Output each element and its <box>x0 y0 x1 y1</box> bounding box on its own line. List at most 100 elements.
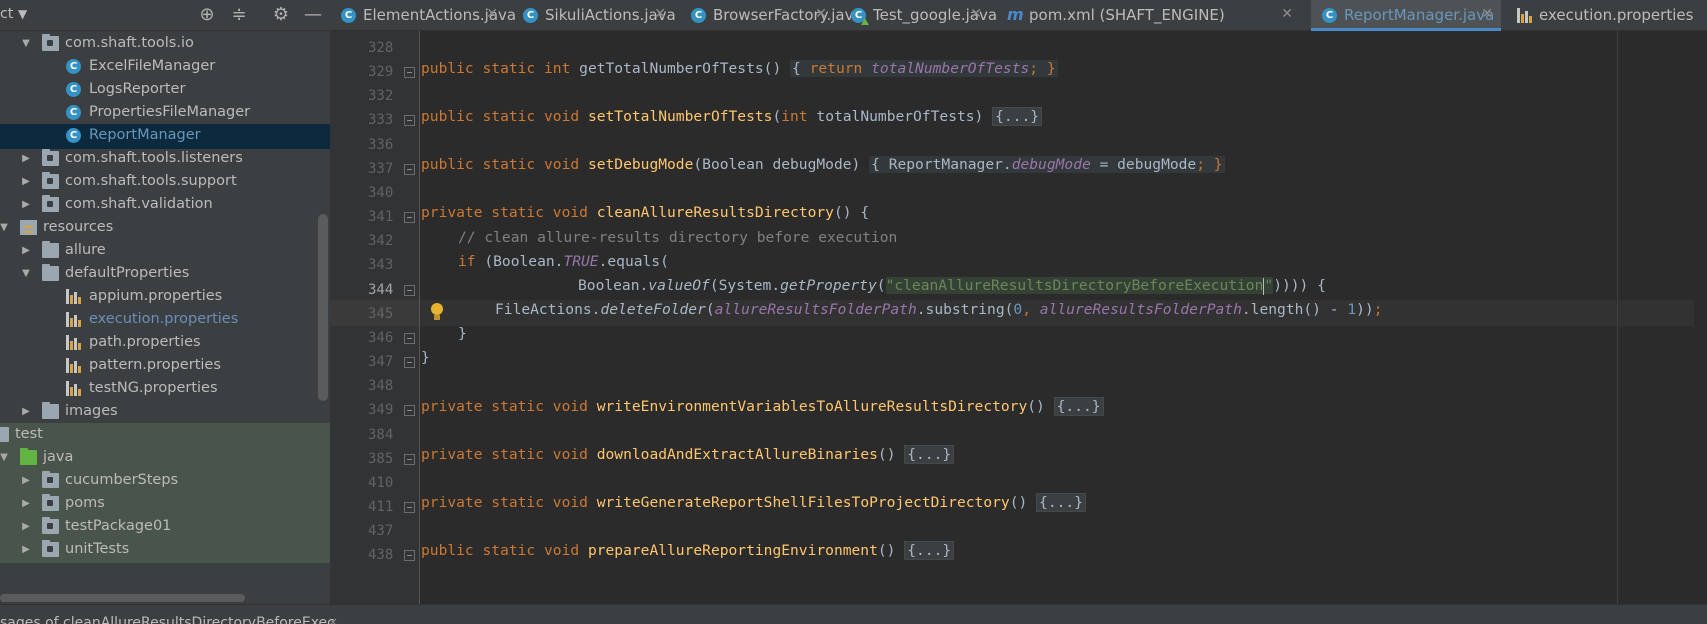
chevron-right-icon[interactable]: ▶ <box>20 474 32 488</box>
chevron-down-icon[interactable]: ▼ <box>0 451 10 465</box>
folded-block[interactable]: {...} <box>992 107 1043 126</box>
tree-item-label: unitTests <box>65 541 130 557</box>
tree-item[interactable]: ▶ poms <box>0 492 330 517</box>
locate-icon[interactable]: ⊕ <box>196 4 218 26</box>
lightbulb-icon[interactable] <box>428 301 446 323</box>
close-tab-icon[interactable]: ✕ <box>654 6 666 22</box>
editor-tab[interactable]: C SikuliActions.java ✕ <box>512 0 676 31</box>
tree-item[interactable]: C LogsReporter <box>0 78 330 103</box>
minimize-icon[interactable]: — <box>302 4 324 26</box>
close-icon[interactable]: × <box>328 615 338 624</box>
close-tab-icon[interactable]: ✕ <box>970 6 982 22</box>
tree-item[interactable]: appium.properties <box>0 285 330 310</box>
tree-item[interactable]: C ExcelFileManager <box>0 55 330 80</box>
package-icon <box>42 471 59 488</box>
line-number: 410 <box>368 475 394 491</box>
fold-marker-icon[interactable] <box>404 285 415 296</box>
tree-item[interactable]: ▶ unitTests <box>0 538 330 563</box>
tree-item-label: com.shaft.tools.support <box>65 173 237 189</box>
chevron-right-icon[interactable]: ▶ <box>20 175 32 189</box>
tree-item[interactable]: ▼ java <box>0 446 330 471</box>
tree-item[interactable]: ▶ allure <box>0 239 330 264</box>
folded-block[interactable]: {...} <box>1053 397 1104 416</box>
chevron-right-icon[interactable]: ▶ <box>20 543 32 557</box>
fold-marker-icon[interactable] <box>404 502 415 513</box>
package-icon <box>42 494 59 511</box>
code-line-438: public static void prepareAllureReportin… <box>421 541 955 566</box>
tree-item[interactable]: test <box>0 423 330 448</box>
tree-item[interactable]: ▶ testPackage01 <box>0 515 330 540</box>
code-line-346: } <box>458 325 467 349</box>
package-icon <box>42 517 59 534</box>
code-token: deleteFolder <box>600 301 706 318</box>
fold-marker-icon[interactable] <box>404 454 415 465</box>
code-token: ( <box>705 301 715 318</box>
fold-marker-icon[interactable] <box>404 212 415 223</box>
fold-marker-icon[interactable] <box>404 405 415 416</box>
close-tab-icon[interactable]: ✕ <box>1481 6 1493 22</box>
close-tab-icon[interactable]: ✕ <box>1281 6 1293 22</box>
chevron-down-icon[interactable]: ▼ <box>18 7 27 21</box>
tree-item[interactable]: execution.properties <box>0 308 330 333</box>
editor-scrollbar[interactable] <box>1694 31 1707 604</box>
tree-item[interactable]: ▶ images <box>0 400 330 425</box>
tree-item[interactable]: ▶ cucumberSteps <box>0 469 330 494</box>
code-editor[interactable]: 328 329 332 333 336 337 340 341 342 343 344 345 346 3… <box>330 31 1707 604</box>
tree-item-label: test <box>15 426 43 442</box>
editor-tab[interactable]: C ReportManager.java ✕ <box>1311 0 1501 31</box>
package-icon <box>42 34 59 51</box>
collapse-icon[interactable]: ≑ <box>228 4 250 26</box>
code-token: ; <box>1373 301 1383 318</box>
fold-marker-icon[interactable] <box>404 357 415 368</box>
editor-tab[interactable]: m pom.xml (SHAFT_ENGINE) ✕ <box>996 0 1301 31</box>
tree-item[interactable]: ▶ com.shaft.validation <box>0 193 330 218</box>
tree-vertical-scrollbar[interactable] <box>318 214 328 401</box>
tree-item[interactable]: C PropertiesFileManager <box>0 101 330 126</box>
code-token: () <box>763 60 791 77</box>
close-tab-icon[interactable]: ✕ <box>815 6 827 22</box>
tree-item[interactable]: ▼ resources <box>0 216 330 241</box>
folder-icon <box>42 402 59 419</box>
fold-marker-icon[interactable] <box>404 67 415 78</box>
tree-item[interactable]: ▼ defaultProperties <box>0 262 330 287</box>
chevron-right-icon[interactable]: ▶ <box>20 405 32 419</box>
fold-marker-icon[interactable] <box>404 164 415 175</box>
tree-item[interactable]: ▶ com.shaft.tools.listeners <box>0 147 330 172</box>
chevron-down-icon[interactable]: ▼ <box>20 37 32 51</box>
editor-tab[interactable]: C BrowserFactory.java ✕ <box>680 0 863 31</box>
folded-block[interactable]: {...} <box>904 541 955 560</box>
tree-item[interactable]: ▶ com.shaft.tools.support <box>0 170 330 195</box>
chevron-right-icon[interactable]: ▶ <box>20 244 32 258</box>
fold-marker-icon[interactable] <box>404 115 415 126</box>
tree-item[interactable]: ▼ com.shaft.tools.io <box>0 32 330 57</box>
chevron-right-icon[interactable]: ▶ <box>20 497 32 511</box>
tree-item[interactable]: pattern.properties <box>0 354 330 379</box>
code-token: )))) { <box>1273 277 1326 294</box>
editor-tab[interactable]: execution.properties <box>1506 0 1707 31</box>
editor-tab[interactable]: C Test_google.java ✕ <box>840 0 997 31</box>
tree-item[interactable]: path.properties <box>0 331 330 356</box>
usages-title[interactable]: sages of cleanAllureResultsDirectoryBefo… <box>0 615 335 624</box>
tree-item[interactable]: testNG.properties <box>0 377 330 402</box>
editor-tab[interactable]: C ElementActions.java ✕ <box>330 0 516 31</box>
line-number: 329 <box>368 64 394 80</box>
chevron-right-icon[interactable]: ▶ <box>20 520 32 534</box>
tree-item[interactable]: C ReportManager <box>0 124 330 149</box>
line-number: 385 <box>368 451 394 467</box>
project-title[interactable]: ct <box>0 6 13 22</box>
code-token: public static void <box>421 542 588 559</box>
fold-marker-icon[interactable] <box>404 333 415 344</box>
code-comment: // clean allure-results directory before… <box>458 229 898 246</box>
folded-block[interactable]: {...} <box>1036 493 1086 512</box>
chevron-down-icon[interactable]: ▼ <box>0 221 10 235</box>
chevron-right-icon[interactable]: ▶ <box>20 152 32 166</box>
chevron-right-icon[interactable]: ▶ <box>20 198 32 212</box>
chevron-down-icon[interactable]: ▼ <box>20 267 32 281</box>
folded-block[interactable]: {...} <box>904 445 955 464</box>
line-number: 349 <box>368 402 394 418</box>
fold-marker-icon[interactable] <box>404 550 415 561</box>
tree-horizontal-scrollbar[interactable] <box>0 594 245 602</box>
close-tab-icon[interactable]: ✕ <box>486 6 498 22</box>
line-number: 437 <box>368 523 394 539</box>
gear-icon[interactable]: ⚙ <box>270 4 292 26</box>
